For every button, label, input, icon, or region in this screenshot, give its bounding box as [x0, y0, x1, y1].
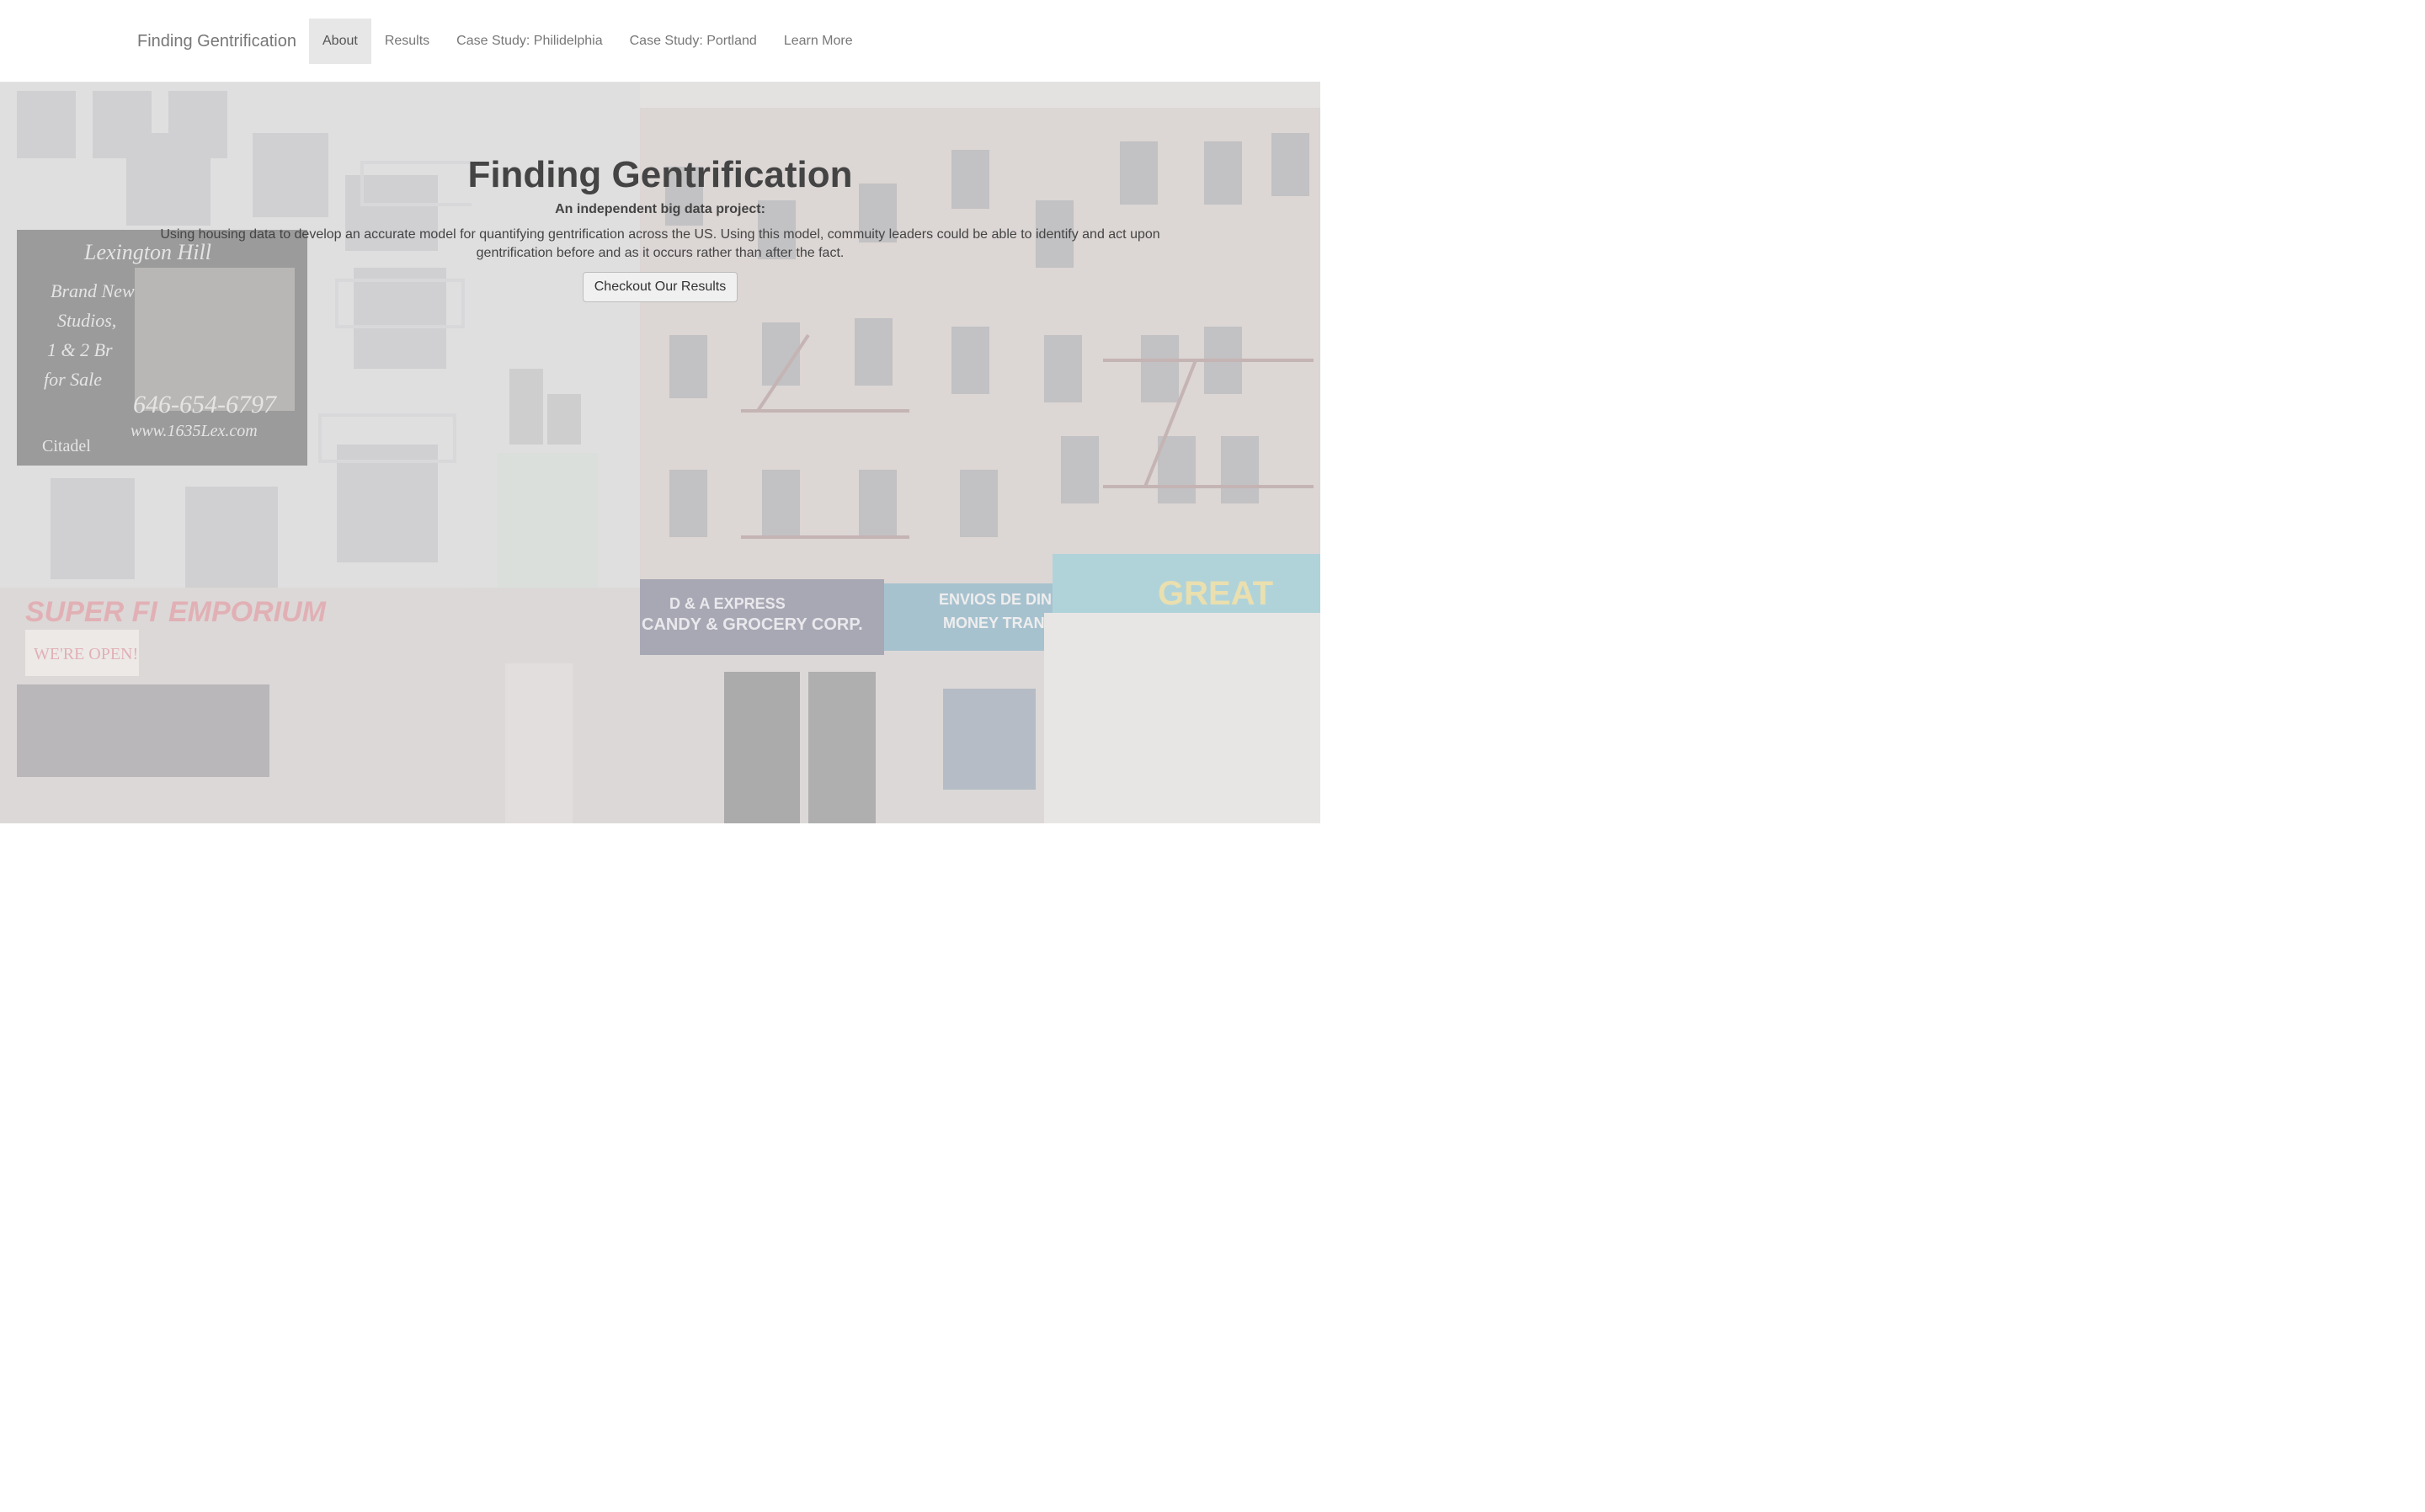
- nav-item-case-study-portland[interactable]: Case Study: Portland: [616, 19, 770, 64]
- nav-item-learn-more[interactable]: Learn More: [770, 19, 866, 64]
- nav-menu: About Results Case Study: Philidelphia C…: [309, 19, 866, 64]
- hero-description: Using housing data to develop an accurat…: [160, 227, 1160, 260]
- top-navbar: Finding Gentrification About Results Cas…: [0, 0, 1320, 83]
- hero-content: Finding Gentrification An independent bi…: [126, 153, 1194, 302]
- checkout-results-button[interactable]: Checkout Our Results: [582, 272, 738, 302]
- hero-title: Finding Gentrification: [467, 154, 853, 195]
- hero-subtitle: An independent big data project:: [555, 202, 765, 216]
- navbar-brand[interactable]: Finding Gentrification: [137, 19, 296, 64]
- nav-item-results[interactable]: Results: [371, 19, 443, 64]
- nav-item-case-study-philidelphia[interactable]: Case Study: Philidelphia: [443, 19, 616, 64]
- hero-section: Lexington Hill Brand New Studios, 1 & 2 …: [0, 83, 1320, 823]
- nav-item-about[interactable]: About: [309, 19, 371, 64]
